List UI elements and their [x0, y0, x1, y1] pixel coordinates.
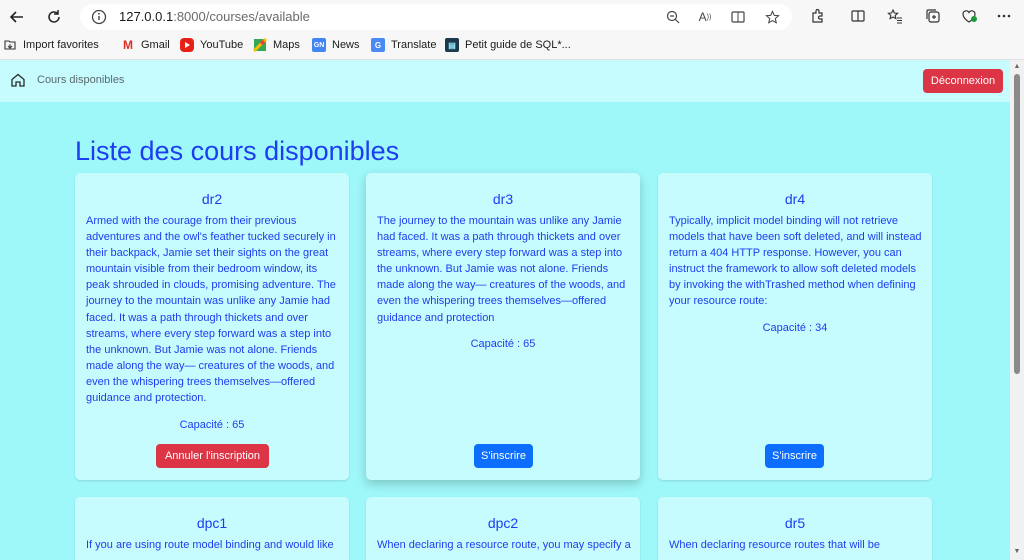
course-card: dr4 Typically, implicit model binding wi… [658, 173, 932, 480]
enroll-button[interactable]: S'inscrire [765, 444, 824, 468]
gmail-icon: M [123, 38, 133, 52]
back-button[interactable] [4, 4, 30, 30]
url-text[interactable]: 127.0.0.1:8000/courses/available [119, 9, 310, 24]
bookmarks-bar: Import favorites M Gmail YouTube Maps GN… [0, 33, 1024, 60]
split-screen-icon[interactable] [847, 5, 869, 27]
course-description: When declaring resource routes that will… [669, 539, 880, 551]
logout-button[interactable]: Déconnexion [923, 69, 1003, 93]
reload-icon [48, 10, 60, 23]
reload-button[interactable] [41, 4, 67, 30]
scroll-down-arrow-icon[interactable]: ▼ [1013, 548, 1021, 556]
course-card: dr3 The journey to the mountain was unli… [366, 173, 640, 480]
course-description: Armed with the courage from their previo… [86, 215, 336, 405]
course-title: dpc2 [487, 515, 519, 531]
course-capacity: Capacité : 65 [179, 419, 245, 431]
breadcrumb[interactable]: Cours disponibles [37, 74, 124, 86]
favorites-icon[interactable] [884, 5, 906, 27]
youtube-icon [180, 38, 194, 52]
info-icon[interactable] [90, 8, 108, 26]
zoom-out-icon[interactable] [664, 8, 682, 26]
course-capacity: Capacité : 65 [470, 338, 536, 350]
home-icon[interactable] [10, 72, 26, 88]
course-title: dr3 [492, 191, 514, 207]
bookmark-import-favorites[interactable]: Import favorites [3, 38, 99, 52]
translate-icon: G [371, 38, 385, 52]
favorite-star-icon[interactable] [763, 8, 781, 26]
browser-toolbar: 127.0.0.1:8000/courses/available A)) [0, 0, 1024, 33]
page-title: Liste des cours disponibles [75, 136, 400, 166]
course-description: When declaring a resource route, you may… [377, 539, 631, 551]
news-icon: GN [312, 38, 326, 52]
course-card: dpc1 If you are using route model bindin… [75, 497, 349, 560]
sql-guide-icon: ▤ [445, 38, 459, 52]
course-card: dr2 Armed with the courage from their pr… [75, 173, 349, 480]
bookmark-gmail[interactable]: M Gmail [121, 38, 170, 52]
course-title: dr2 [201, 191, 223, 207]
cancel-enrollment-button[interactable]: Annuler l'inscription [156, 444, 269, 468]
course-description: The journey to the mountain was unlike a… [377, 215, 626, 324]
address-bar[interactable]: 127.0.0.1:8000/courses/available A)) [80, 4, 792, 30]
more-menu-icon[interactable] [993, 5, 1015, 27]
app-navbar: Cours disponibles [0, 60, 1010, 102]
collections-icon[interactable] [922, 5, 944, 27]
bookmark-youtube[interactable]: YouTube [180, 38, 243, 52]
course-title: dr4 [784, 191, 806, 207]
course-description: If you are using route model binding and… [86, 539, 334, 551]
back-arrow-icon [9, 11, 23, 23]
bookmark-news[interactable]: GN News [312, 38, 360, 52]
scroll-up-arrow-icon[interactable]: ▲ [1013, 63, 1021, 71]
import-icon [3, 38, 17, 52]
browser-essentials-icon[interactable] [958, 5, 980, 27]
enroll-button[interactable]: S'inscrire [474, 444, 533, 468]
read-aloud-icon[interactable]: A)) [696, 8, 714, 26]
bookmark-sql-guide[interactable]: ▤ Petit guide de SQL*... [445, 38, 571, 52]
page-scrollbar[interactable]: ▲ ▼ [1010, 60, 1024, 560]
bookmark-translate[interactable]: G Translate [371, 38, 436, 52]
course-capacity: Capacité : 34 [762, 322, 828, 334]
extensions-icon[interactable] [807, 5, 829, 27]
course-title: dpc1 [196, 515, 228, 531]
course-title: dr5 [784, 515, 806, 531]
course-card: dr5 When declaring resource routes that … [658, 497, 932, 560]
course-card: dpc2 When declaring a resource route, yo… [366, 497, 640, 560]
bookmark-maps[interactable]: Maps [253, 38, 300, 52]
immersive-reader-icon[interactable] [729, 8, 747, 26]
course-description: Typically, implicit model binding will n… [669, 215, 922, 308]
maps-icon [253, 38, 267, 52]
scrollbar-thumb[interactable] [1014, 74, 1020, 374]
